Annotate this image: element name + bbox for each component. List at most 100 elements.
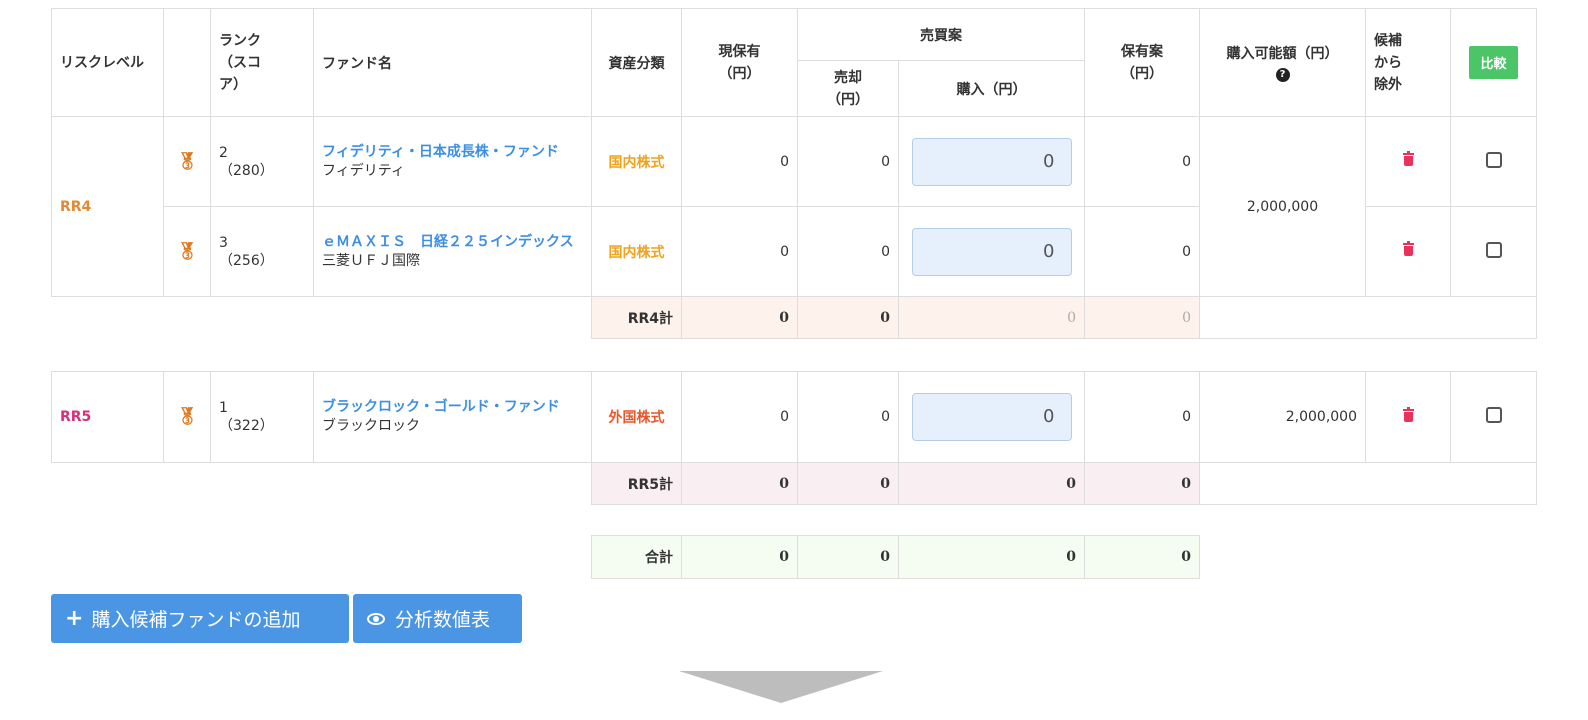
add-candidate-fund-button[interactable]: + 購入候補ファンドの追加 — [51, 594, 349, 643]
subtotal-holding: 0 — [1084, 462, 1200, 505]
buy-input-cell: 0 — [898, 371, 1085, 463]
header-fund-name: ファンド名 — [313, 8, 592, 117]
fund-name-cell: ブラックロック・ゴールド・ファンド ブラックロック — [313, 371, 592, 463]
subtotal-holding: 0 — [1084, 296, 1200, 339]
header-current-holding: 現保有（円） — [681, 8, 798, 117]
trash-icon[interactable] — [1402, 241, 1414, 256]
plus-icon: + — [65, 605, 84, 631]
sell-value: 0 — [797, 206, 899, 297]
subtotal-label: RR4計 — [591, 296, 682, 339]
subtotal-row-rr4: RR4計 0 0 0 0 — [51, 296, 1537, 339]
rank-value: 2 — [219, 144, 228, 161]
purchasable-amount-rr5: 2,000,000 — [1199, 371, 1366, 463]
buy-input-cell: 0 — [898, 206, 1085, 297]
subtotal-current: 0 — [681, 462, 798, 505]
rank-cell: 1 （322） — [210, 371, 314, 463]
header-buy: 購入（円） — [898, 60, 1085, 117]
buy-amount-input[interactable]: 0 — [911, 137, 1072, 186]
fund-row: RR4 🥉︎ 2 （280） フィデリティ・日本成長株・ファンド フィデリティ … — [51, 116, 1537, 297]
score-value: （256） — [219, 252, 274, 269]
total-label: 合計 — [591, 535, 682, 579]
subtotal-empty — [1199, 296, 1537, 339]
fund-name-cell: フィデリティ・日本成長株・ファンド フィデリティ — [313, 116, 592, 207]
header-purchasable-label: 購入可能額（円） — [1226, 46, 1339, 62]
header-sell: 売却（円） — [797, 60, 899, 117]
header-purchasable: 購入可能額（円） ? — [1199, 8, 1366, 117]
trash-icon[interactable] — [1402, 151, 1414, 166]
header-trade-plan: 売買案 — [797, 8, 1085, 61]
total-sell: 0 — [797, 535, 899, 579]
rank-cell: 2 （280） — [210, 116, 314, 207]
subtotal-current: 0 — [681, 296, 798, 339]
buy-input-cell: 0 — [898, 116, 1085, 207]
fund-company: ブラックロック — [322, 418, 420, 434]
analysis-table-button[interactable]: 分析数値表 — [353, 594, 522, 643]
current-holding-value: 0 — [681, 371, 798, 463]
exclude-cell — [1365, 116, 1451, 207]
header-asset-class: 資産分類 — [591, 8, 682, 117]
buy-amount-input[interactable]: 0 — [911, 227, 1072, 276]
header-medal-column — [163, 8, 211, 117]
current-holding-value: 0 — [681, 206, 798, 297]
subtotal-label: RR5計 — [591, 462, 682, 505]
header-rank: ランク（スコア） — [210, 8, 314, 117]
holding-plan-value: 0 — [1084, 371, 1200, 463]
compare-checkbox-cell — [1450, 371, 1537, 463]
asset-class: 外国株式 — [591, 371, 682, 463]
medal-cell: 🥉︎ — [163, 116, 211, 207]
purchasable-amount-rr4: 2,000,000 — [1199, 116, 1366, 297]
compare-checkbox[interactable] — [1485, 241, 1502, 258]
current-holding-value: 0 — [681, 116, 798, 207]
total-current: 0 — [681, 535, 798, 579]
fund-name-cell: ｅＭＡＸＩＳ 日経２２５インデックス 三菱ＵＦＪ国際 — [313, 206, 592, 297]
compare-checkbox-cell — [1450, 206, 1537, 297]
fund-name-link[interactable]: フィデリティ・日本成長株・ファンド — [322, 143, 583, 162]
medal-icon: 🥉︎ — [176, 241, 198, 262]
fund-name-link[interactable]: ブラックロック・ゴールド・ファンド — [322, 398, 583, 417]
total-buy: 0 — [898, 535, 1085, 579]
score-value: （322） — [219, 418, 274, 434]
fund-company: フィデリティ — [322, 162, 405, 179]
header-holding-plan: 保有案（円） — [1084, 8, 1200, 117]
subtotal-empty — [1199, 462, 1537, 505]
compare-checkbox[interactable] — [1485, 151, 1502, 168]
portfolio-table-rr5: RR5 🥉︎ 1 （322） ブラックロック・ゴールド・ファンド ブラックロック… — [51, 371, 1537, 505]
header-compare-cell: 比較 — [1450, 8, 1537, 117]
header-risk-level: リスクレベル — [51, 8, 164, 117]
holding-plan-value: 0 — [1084, 116, 1200, 207]
buy-amount-input[interactable]: 0 — [911, 393, 1072, 441]
grand-total-row: 合計 0 0 0 0 — [591, 535, 1200, 579]
total-holding: 0 — [1084, 535, 1200, 579]
portfolio-table-rr4: リスクレベル ランク（スコア） ファンド名 資産分類 現保有（円） 売買案 保有… — [51, 8, 1537, 339]
rank-value: 3 — [219, 234, 228, 251]
score-value: （280） — [219, 162, 274, 179]
medal-icon: 🥉︎ — [176, 407, 198, 427]
subtotal-buy: 0 — [898, 462, 1085, 505]
subtotal-row-rr5: RR5計 0 0 0 0 — [51, 462, 1537, 505]
risk-level-rr4: RR4 — [51, 116, 164, 297]
subtotal-sell: 0 — [797, 462, 899, 505]
exclude-cell — [1365, 206, 1451, 297]
trash-icon[interactable] — [1402, 406, 1414, 422]
sell-value: 0 — [797, 371, 899, 463]
add-candidate-fund-label: 購入候補ファンドの追加 — [91, 609, 301, 631]
rank-cell: 3 （256） — [210, 206, 314, 297]
eye-icon — [367, 612, 385, 625]
medal-icon: 🥉︎ — [176, 151, 198, 172]
holding-plan-value: 0 — [1084, 206, 1200, 297]
compare-checkbox-cell — [1450, 116, 1537, 207]
rank-value: 1 — [219, 400, 228, 416]
compare-checkbox[interactable] — [1485, 407, 1502, 423]
subtotal-buy: 0 — [898, 296, 1085, 339]
sell-value: 0 — [797, 116, 899, 207]
fund-company: 三菱ＵＦＪ国際 — [322, 252, 420, 269]
medal-cell: 🥉︎ — [163, 206, 211, 297]
asset-class: 国内株式 — [591, 206, 682, 297]
asset-class: 国内株式 — [591, 116, 682, 207]
medal-cell: 🥉︎ — [163, 371, 211, 463]
question-circle-icon[interactable]: ? — [1275, 68, 1290, 82]
exclude-cell — [1365, 371, 1451, 463]
header-exclude: 候補から除外 — [1365, 8, 1451, 117]
fund-name-link[interactable]: ｅＭＡＸＩＳ 日経２２５インデックス — [322, 233, 583, 252]
compare-button[interactable]: 比較 — [1469, 46, 1518, 79]
